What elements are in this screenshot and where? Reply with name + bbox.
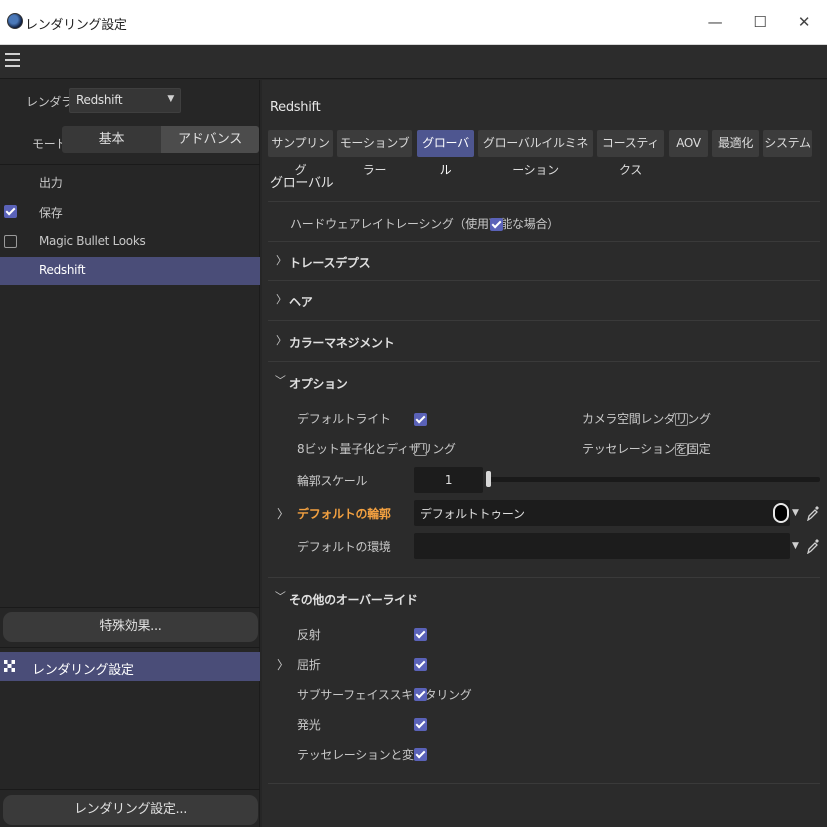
magic-bullet-checkbox[interactable] xyxy=(4,235,17,248)
divider xyxy=(268,577,820,578)
menu-bar xyxy=(0,45,827,79)
tab-caustics[interactable]: コースティクス xyxy=(597,130,664,177)
chevron-right-icon[interactable]: 〉 xyxy=(277,656,289,673)
tab-motion-blur[interactable]: モーションブラー xyxy=(337,130,412,177)
minimize-button[interactable]: — xyxy=(700,10,730,34)
override-tessellation-label: テッセレーションと変位 xyxy=(297,748,426,762)
tree-item-output[interactable]: 出力 xyxy=(0,168,260,196)
contour-color-swatch[interactable] xyxy=(773,503,789,523)
group-label: その他のオーバーライド xyxy=(289,593,418,607)
default-light-label: デフォルトライト xyxy=(297,412,391,426)
eyedropper-icon[interactable] xyxy=(806,505,820,521)
contour-scale-slider-handle[interactable] xyxy=(486,471,491,487)
override-emission-label: 発光 xyxy=(297,718,321,732)
tree-item-label: Magic Bullet Looks xyxy=(39,234,146,248)
tree-item-label: 出力 xyxy=(39,176,63,190)
chevron-right-icon: 〉 xyxy=(276,334,287,347)
group-label: カラーマネジメント xyxy=(289,336,395,350)
divider xyxy=(0,647,260,648)
hamburger-menu-icon[interactable] xyxy=(5,53,20,69)
default-env-label: デフォルトの環境 xyxy=(297,540,391,554)
tab-optimization[interactable]: 最適化 xyxy=(712,130,759,157)
maximize-button[interactable]: ☐ xyxy=(745,10,775,34)
tab-system[interactable]: システム xyxy=(763,130,812,157)
effects-button[interactable]: 特殊効果... xyxy=(3,612,258,642)
render-settings-button[interactable]: レンダリング設定... xyxy=(3,795,258,825)
mode-basic-button[interactable]: 基本 xyxy=(62,126,161,153)
render-settings-icon xyxy=(4,660,15,672)
chevron-down-icon: 〉 xyxy=(273,374,287,386)
renderer-value: Redshift xyxy=(76,93,123,107)
group-label: トレースデプス xyxy=(289,256,371,270)
divider xyxy=(268,201,820,202)
renderer-header: Redshift xyxy=(270,100,321,115)
window-title: レンダリング設定 xyxy=(25,18,127,33)
render-settings-item[interactable]: レンダリング設定 xyxy=(0,652,260,681)
override-refraction-checkbox[interactable] xyxy=(414,658,427,671)
chevron-right-icon: 〉 xyxy=(276,254,287,267)
chevron-down-icon: ▼ xyxy=(167,94,174,104)
divider xyxy=(268,320,820,321)
contour-scale-input[interactable]: 1 xyxy=(414,467,483,493)
mode-advanced-button[interactable]: アドバンス xyxy=(161,126,259,153)
group-label: オプション xyxy=(289,377,348,391)
tree-item-redshift[interactable]: Redshift xyxy=(0,257,260,285)
chevron-down-icon[interactable]: ▼ xyxy=(792,508,799,518)
dither-checkbox[interactable] xyxy=(414,443,427,456)
chevron-right-icon[interactable]: 〉 xyxy=(277,505,289,522)
fixed-tess-label: テッセレーションを固定 xyxy=(582,442,711,456)
tree-item-label: 保存 xyxy=(39,206,63,220)
tree-item-save[interactable]: 保存 xyxy=(0,198,260,226)
group-label: ヘア xyxy=(289,295,313,309)
tree-item-label: Redshift xyxy=(39,263,86,277)
default-contour-value: デフォルトトゥーン xyxy=(420,507,525,521)
override-emission-checkbox[interactable] xyxy=(414,718,427,731)
chevron-down-icon[interactable]: ▼ xyxy=(792,541,799,551)
group-color-management[interactable]: 〉 カラーマネジメント xyxy=(268,322,820,360)
group-overrides[interactable]: 〉 その他のオーバーライド xyxy=(268,579,820,617)
contour-scale-label: 輪郭スケール xyxy=(297,474,368,488)
divider xyxy=(0,164,260,165)
default-contour-label: デフォルトの輪郭 xyxy=(297,507,391,521)
camera-space-checkbox[interactable] xyxy=(675,413,688,426)
override-reflection-label: 反射 xyxy=(297,628,321,642)
divider xyxy=(0,607,260,608)
chevron-down-icon: 〉 xyxy=(273,590,287,602)
tree-item-magic-bullet-looks[interactable]: Magic Bullet Looks xyxy=(0,228,260,256)
override-sss-label: サブサーフェイススキャタリング xyxy=(297,688,472,702)
dither-label: 8ビット量子化とディザリング xyxy=(297,442,456,456)
chevron-right-icon: 〉 xyxy=(276,293,287,306)
divider xyxy=(268,361,820,362)
divider xyxy=(268,783,820,784)
eyedropper-icon[interactable] xyxy=(806,538,820,554)
render-settings-item-label: レンダリング設定 xyxy=(32,663,134,678)
tab-aov[interactable]: AOV xyxy=(669,130,708,157)
close-button[interactable]: ✕ xyxy=(789,10,819,34)
default-light-checkbox[interactable] xyxy=(414,413,427,426)
group-hair[interactable]: 〉 ヘア xyxy=(268,281,820,319)
save-checkbox[interactable] xyxy=(4,205,17,218)
group-trace-depth[interactable]: 〉 トレースデプス xyxy=(268,242,820,280)
override-refraction-label: 屈折 xyxy=(297,658,321,672)
renderer-dropdown[interactable]: Redshift ▼ xyxy=(69,88,181,113)
cinema4d-app-icon xyxy=(7,13,23,29)
tab-global-illumination[interactable]: グローバルイルミネーション xyxy=(478,130,593,177)
title-bar: レンダリング設定 — ☐ ✕ xyxy=(0,0,827,45)
contour-scale-slider-track[interactable] xyxy=(490,477,820,482)
group-options[interactable]: 〉 オプション xyxy=(268,363,820,401)
default-env-field[interactable] xyxy=(414,533,790,559)
tab-sampling[interactable]: サンプリング xyxy=(268,130,333,177)
section-title: グローバル xyxy=(270,176,334,191)
override-sss-checkbox[interactable] xyxy=(414,688,427,701)
camera-space-label: カメラ空間レンダリング xyxy=(582,412,711,426)
override-tessellation-checkbox[interactable] xyxy=(414,748,427,761)
default-contour-field[interactable]: デフォルトトゥーン xyxy=(414,500,790,526)
hw-raytracing-label: ハードウェアレイトレーシング（使用可能な場合） xyxy=(290,217,559,231)
tab-global[interactable]: グローバル xyxy=(417,130,474,177)
override-reflection-checkbox[interactable] xyxy=(414,628,427,641)
fixed-tess-checkbox[interactable] xyxy=(675,443,688,456)
hw-raytracing-checkbox[interactable] xyxy=(490,218,503,231)
divider xyxy=(0,789,260,790)
